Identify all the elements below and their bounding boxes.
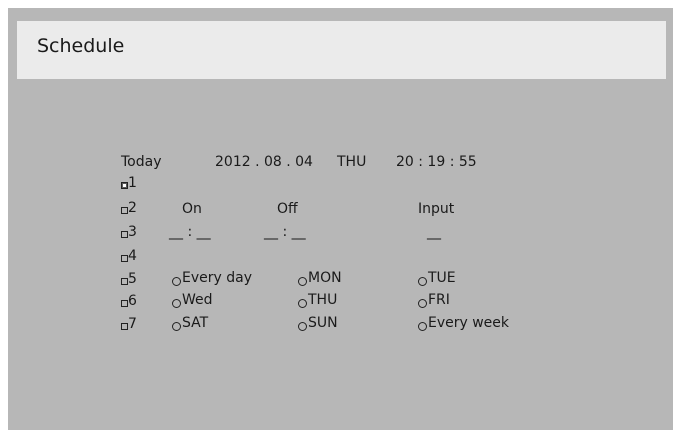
radio-sun[interactable] bbox=[298, 322, 307, 331]
title-bar: Schedule bbox=[17, 21, 666, 79]
repeat-option-thu: THU bbox=[308, 292, 338, 308]
radio-every-week[interactable] bbox=[418, 322, 427, 331]
schedule-1-checkbox[interactable] bbox=[121, 182, 128, 189]
input-select[interactable]: __ bbox=[427, 224, 441, 240]
radio-wed[interactable] bbox=[172, 299, 181, 308]
repeat-option-every-day: Every day bbox=[182, 270, 252, 286]
input-header: Input bbox=[418, 201, 455, 217]
repeat-option-sun: SUN bbox=[308, 315, 338, 331]
on-header: On bbox=[182, 201, 202, 217]
on-time-field[interactable]: __ : __ bbox=[169, 224, 211, 240]
schedule-5-number: 5 bbox=[128, 271, 137, 287]
repeat-option-fri: FRI bbox=[428, 292, 450, 308]
repeat-option-tue: TUE bbox=[428, 270, 456, 286]
current-date: 2012 . 08 . 04 bbox=[215, 154, 313, 170]
off-header: Off bbox=[277, 201, 298, 217]
current-time: 20 : 19 : 55 bbox=[396, 154, 477, 170]
schedule-1-number: 1 bbox=[128, 175, 137, 191]
schedule-2-number: 2 bbox=[128, 200, 137, 216]
repeat-option-every-week: Every week bbox=[428, 315, 510, 331]
repeat-option-sat: SAT bbox=[182, 315, 209, 331]
schedule-7-checkbox[interactable] bbox=[121, 323, 128, 330]
radio-fri[interactable] bbox=[418, 299, 427, 308]
schedule-6-number: 6 bbox=[128, 293, 137, 309]
repeat-option-wed: Wed bbox=[182, 292, 213, 308]
schedule-7-number: 7 bbox=[128, 316, 137, 332]
schedule-3-number: 3 bbox=[128, 224, 137, 240]
radio-thu[interactable] bbox=[298, 299, 307, 308]
today-label: Today bbox=[121, 154, 162, 170]
page-title: Schedule bbox=[37, 35, 125, 57]
repeat-option-mon: MON bbox=[308, 270, 342, 286]
radio-mon[interactable] bbox=[298, 277, 307, 286]
schedule-screen: Schedule Today 2012 . 08 . 04 THU 20 : 1… bbox=[8, 8, 673, 430]
schedule-2-checkbox[interactable] bbox=[121, 207, 128, 214]
radio-sat[interactable] bbox=[172, 322, 181, 331]
current-day: THU bbox=[337, 154, 367, 170]
schedule-4-number: 4 bbox=[128, 248, 137, 264]
schedule-3-checkbox[interactable] bbox=[121, 231, 128, 238]
schedule-6-checkbox[interactable] bbox=[121, 300, 128, 307]
radio-tue[interactable] bbox=[418, 277, 427, 286]
off-time-field[interactable]: __ : __ bbox=[264, 224, 306, 240]
schedule-5-checkbox[interactable] bbox=[121, 278, 128, 285]
radio-every-day[interactable] bbox=[172, 277, 181, 286]
schedule-4-checkbox[interactable] bbox=[121, 255, 128, 262]
